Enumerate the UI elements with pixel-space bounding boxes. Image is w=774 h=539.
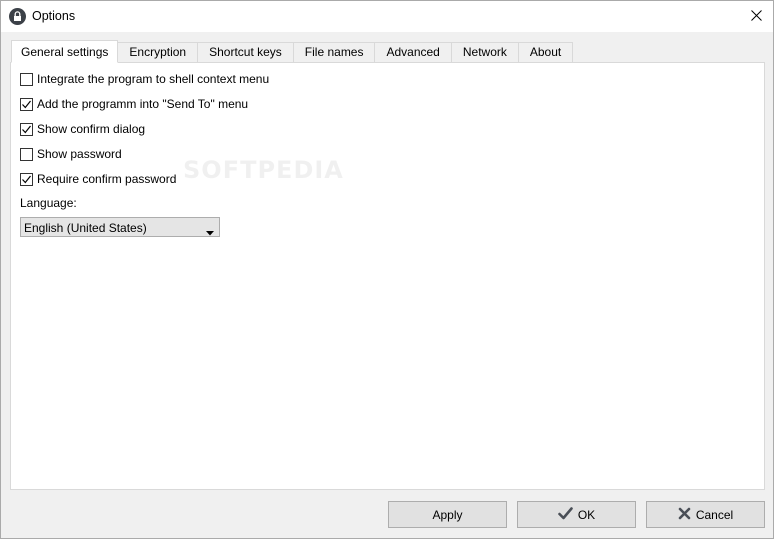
tab-encryption[interactable]: Encryption: [118, 42, 199, 63]
tab-advanced[interactable]: Advanced: [375, 42, 452, 63]
lock-icon: [9, 8, 26, 25]
checkmark-icon: [558, 506, 578, 523]
checkbox[interactable]: [20, 147, 33, 161]
option-label: Add the programm into "Send To" menu: [37, 97, 249, 111]
ok-label: OK: [577, 507, 596, 522]
window-title: Options: [32, 9, 76, 23]
close-icon: [750, 9, 762, 24]
general-settings-panel: SOFTPEDIA Integrate the program to shell…: [10, 62, 765, 490]
apply-button[interactable]: Apply: [388, 501, 507, 528]
checkbox-checked[interactable]: [20, 122, 33, 136]
chevron-down-icon: [206, 225, 214, 239]
checkbox-checked[interactable]: [20, 172, 33, 186]
option-shell-context-menu[interactable]: Integrate the program to shell context m…: [20, 71, 269, 87]
option-label: Integrate the program to shell context m…: [37, 72, 270, 86]
option-send-to-menu[interactable]: Add the programm into "Send To" menu: [20, 96, 248, 112]
tab-strip: General settings Encryption Shortcut key…: [11, 40, 574, 63]
softpedia-watermark: SOFTPEDIA: [183, 156, 344, 184]
ok-button[interactable]: OK: [517, 501, 636, 528]
option-label: Show confirm dialog: [37, 122, 146, 136]
tab-file-names[interactable]: File names: [293, 42, 376, 63]
option-label: Show password: [37, 147, 122, 161]
language-select[interactable]: English (United States): [20, 217, 220, 237]
option-label: Require confirm password: [37, 172, 177, 186]
title-bar: Options: [1, 1, 773, 32]
option-show-password[interactable]: Show password: [20, 146, 122, 162]
options-window: Options General settings Encryption Shor…: [0, 0, 774, 539]
x-icon: [678, 507, 696, 523]
cancel-label: Cancel: [695, 507, 734, 522]
checkbox[interactable]: [20, 72, 33, 86]
language-label: Language:: [20, 196, 77, 210]
option-require-confirm-password[interactable]: Require confirm password: [20, 171, 176, 187]
checkbox-checked[interactable]: [20, 97, 33, 111]
language-value: English (United States): [24, 221, 147, 235]
apply-label: Apply: [432, 507, 463, 522]
tab-network[interactable]: Network: [451, 42, 519, 63]
tab-general-settings[interactable]: General settings: [11, 40, 119, 63]
tab-about[interactable]: About: [518, 42, 574, 63]
tab-shortcut-keys[interactable]: Shortcut keys: [198, 42, 294, 63]
cancel-button[interactable]: Cancel: [646, 501, 765, 528]
option-show-confirm-dialog[interactable]: Show confirm dialog: [20, 121, 145, 137]
close-button[interactable]: [739, 1, 773, 32]
